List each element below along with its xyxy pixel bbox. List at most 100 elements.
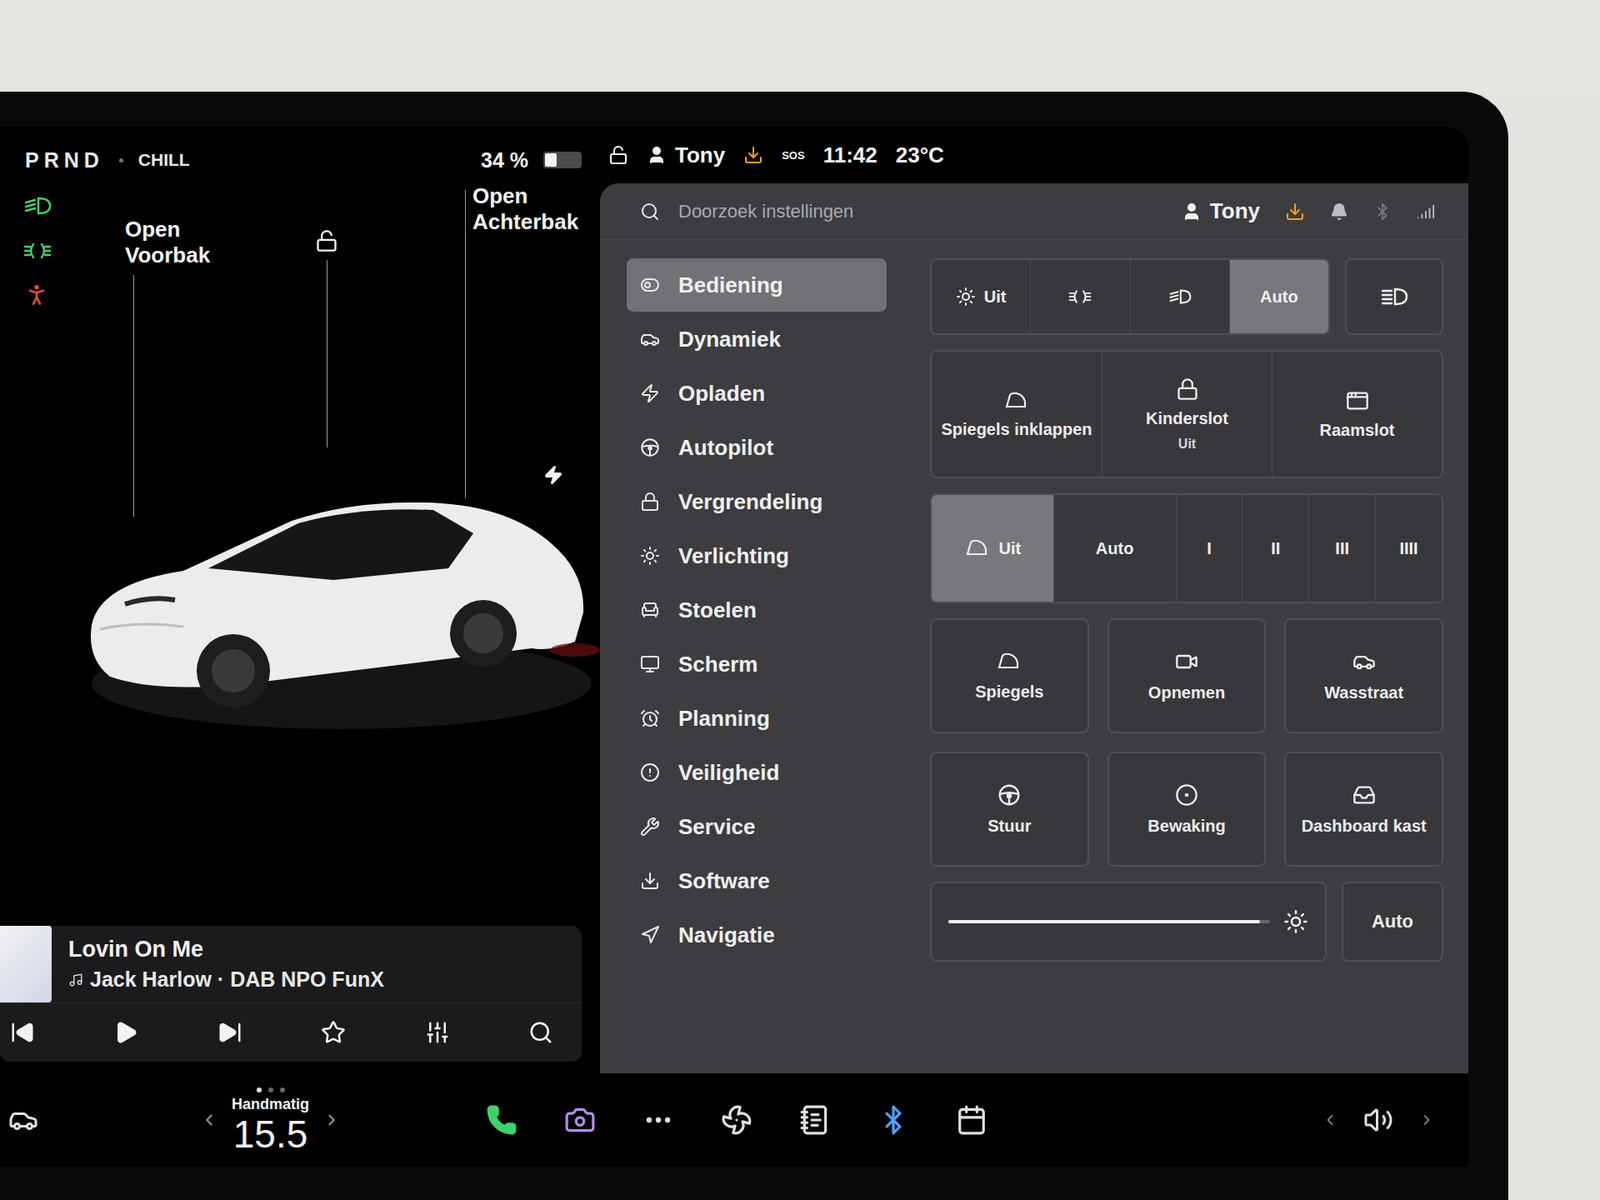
lock-toggle[interactable] [315,229,339,253]
menu-item[interactable]: Dynamiek [626,312,887,366]
high-beam-button[interactable] [1345,258,1444,335]
lock-tiles: Spiegels inklappenKinderslotUitRaamslot [930,350,1444,479]
battery-percent: 34 % [480,148,529,173]
control-tile[interactable]: Spiegels inklappen [931,351,1102,477]
settings-search[interactable] [676,200,1165,224]
trunk-line [465,190,466,499]
menu-item[interactable]: Autopilot [626,420,887,475]
seat-icon [640,600,660,620]
open-frunk-button[interactable]: OpenVoorbak [125,216,210,269]
car-model[interactable] [75,433,609,734]
volume-down-icon[interactable] [1321,1111,1339,1129]
status-row: PRNDCHILL34 % [0,136,582,184]
car-button-icon[interactable] [8,1105,39,1135]
menu-item[interactable]: Stoelen [626,583,887,637]
menu-item[interactable]: Navigatie [626,908,887,962]
charge-port[interactable] [543,465,564,485]
panel-profile[interactable]: Tony [1181,198,1260,225]
page-dot[interactable] [268,1087,274,1093]
menu-item[interactable]: Scherm [626,637,887,691]
media-search-button[interactable] [525,1016,557,1049]
wiper-option[interactable]: Uit [931,495,1054,602]
quick-control[interactable]: Spiegels [930,618,1090,734]
wiper-selector: UitAutoIIIIIIIIII [930,493,1444,604]
screen-icon [640,654,660,675]
profile-button[interactable]: Tony [646,142,725,169]
search-icon [528,1020,554,1045]
wiper-option[interactable]: I [1175,495,1243,602]
menu-item[interactable]: Bediening [626,258,887,312]
control-tile[interactable]: Raamslot [1271,351,1442,477]
menu-item[interactable]: Service [626,800,887,854]
page-dot[interactable] [280,1087,285,1093]
steering-adjust-icon [997,783,1021,807]
bolt-icon [640,383,660,404]
calendar-icon[interactable] [955,1104,988,1136]
settings-menu: BedieningDynamiekOpladenAutopilotVergren… [626,258,887,962]
volume-control[interactable] [1321,1105,1435,1135]
climate-mode: Handmatig [231,1095,310,1114]
search-icon [640,201,660,222]
headlight-option[interactable]: Auto [1229,260,1329,334]
fold-mirror-icon [1003,390,1030,412]
equalizer-button[interactable] [421,1016,454,1049]
bell-icon[interactable] [1330,202,1349,221]
brightness-auto-button[interactable]: Auto [1341,881,1444,962]
menu-item[interactable]: Verlichting [626,529,887,583]
wiper-option[interactable]: III [1308,495,1375,602]
brightness-slider[interactable] [930,881,1327,962]
headlight-option[interactable] [1030,260,1130,334]
play-button[interactable] [110,1016,142,1049]
sun-icon [955,286,976,307]
quick-control[interactable]: Opnemen [1107,618,1267,734]
sos-indicator: SOS [781,149,805,162]
update-icon[interactable] [1285,201,1305,222]
menu-item[interactable]: Vergrendeling [626,475,887,529]
menu-item[interactable]: Planning [626,691,887,745]
bluetooth-app-icon[interactable] [877,1104,910,1136]
wiper-option[interactable]: Auto [1053,495,1176,602]
menu-item[interactable]: Opladen [626,366,887,420]
headlight-option[interactable]: Uit [931,260,1030,334]
open-trunk-button[interactable]: OpenAchterbak [472,183,579,235]
page: PRNDCHILL34 %OpenVoorbakOpenAchterbakLov… [0,0,1600,1200]
favorite-button[interactable] [317,1016,350,1049]
radio-icon [68,972,84,988]
low-beam-icon [1168,285,1192,309]
quick-control[interactable]: Dashboard kast [1284,751,1444,867]
climate-control[interactable]: Handmatig15.5 [200,1087,341,1154]
alarm-clock-icon [640,708,660,729]
child-lock-icon [1175,377,1200,401]
fan-icon[interactable] [720,1104,753,1136]
next-icon [217,1020,243,1045]
volume-icon [1363,1105,1394,1135]
toggle-icon [640,275,660,295]
headlight-option[interactable] [1130,260,1230,334]
bluetooth-icon[interactable] [1373,202,1392,221]
camera-icon[interactable] [564,1104,596,1136]
page-dot[interactable] [256,1087,262,1093]
control-tile[interactable]: KinderslotUit [1101,351,1272,477]
previous-button[interactable] [6,1016,39,1049]
brightness-icon [1283,909,1309,935]
quick-control[interactable]: Stuur [930,751,1090,867]
volume-up-icon[interactable] [1418,1111,1435,1129]
phone-icon[interactable] [485,1104,518,1136]
next-button[interactable] [214,1016,246,1049]
wiper-option[interactable]: IIII [1375,495,1442,602]
quick-control[interactable]: Wasstraat [1284,618,1444,734]
more-apps-icon[interactable] [642,1104,675,1136]
menu-item[interactable]: Software [626,854,887,908]
quick-control[interactable]: Bewaking [1107,751,1267,867]
separator-dot [119,158,124,163]
sun-icon [640,545,660,566]
top-status-bar: TonySOS11:4223°C [600,126,1469,184]
play-icon [113,1020,139,1045]
wiper-option[interactable]: II [1241,495,1309,602]
menu-item[interactable]: Veiligheid [626,745,887,800]
track-subtitle: Jack Harlow · DAB NPO FunX [68,967,385,992]
temp-down-icon[interactable] [200,1110,219,1130]
charge-bolt-icon [543,465,564,485]
manual-icon[interactable] [799,1104,831,1136]
temp-up-icon[interactable] [322,1110,341,1130]
